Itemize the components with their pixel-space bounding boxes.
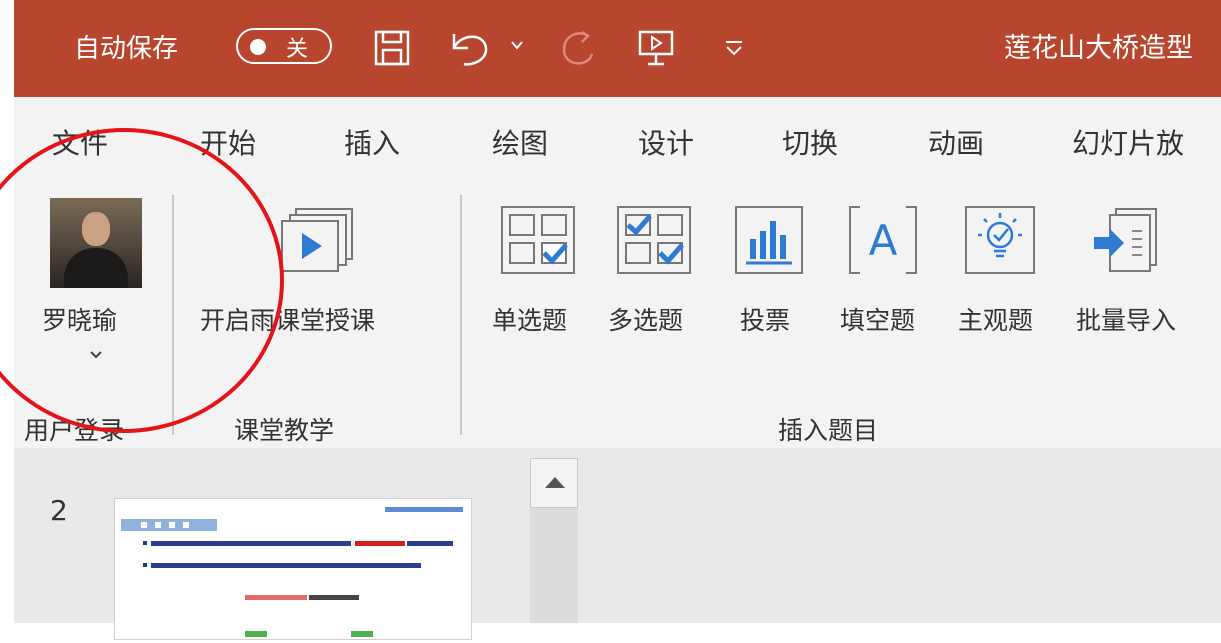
group-separator (172, 195, 174, 435)
autosave-state: 关 (286, 37, 309, 62)
multi-choice-label[interactable]: 多选题 (608, 301, 683, 337)
thumbnail-scrollbar[interactable] (530, 458, 578, 623)
tab-design[interactable]: 设计 (638, 122, 694, 162)
ribbon-panel: 罗晓瑜 用户登录 开启雨课堂授课 课堂教学 单选题 多选题 投票 A 填空题 主… (14, 185, 1221, 448)
avatar-body (64, 248, 128, 288)
group-label-classroom: 课堂教学 (234, 416, 335, 445)
tab-slideshow[interactable]: 幻灯片放 (1072, 122, 1184, 162)
tab-animations[interactable]: 动画 (928, 122, 984, 162)
vote-label[interactable]: 投票 (740, 301, 790, 337)
tab-home[interactable]: 开始 (200, 122, 256, 162)
tab-draw[interactable]: 绘图 (492, 122, 548, 162)
vote-icon[interactable] (734, 205, 804, 275)
scroll-up-icon (545, 477, 565, 488)
slide-preview-graphic (121, 507, 463, 637)
tab-transitions[interactable]: 切换 (782, 122, 838, 162)
batch-import-label[interactable]: 批量导入 (1076, 301, 1176, 337)
present-icon[interactable] (634, 26, 678, 70)
undo-dropdown-icon[interactable] (510, 38, 524, 52)
single-choice-label[interactable]: 单选题 (492, 301, 567, 337)
group-label-insert-question: 插入题目 (778, 416, 879, 445)
redo-icon[interactable] (554, 26, 602, 74)
slide-number: 2 (50, 494, 68, 527)
multi-choice-icon[interactable] (616, 205, 692, 275)
subjective-label[interactable]: 主观题 (958, 301, 1033, 337)
autosave-toggle[interactable]: 关 (236, 28, 332, 64)
single-choice-icon[interactable] (500, 205, 576, 275)
group-separator (460, 195, 462, 435)
chevron-down-icon[interactable] (88, 349, 104, 361)
scroll-up-button[interactable] (530, 458, 578, 508)
autosave-label: 自动保存 (74, 33, 179, 64)
user-name[interactable]: 罗晓瑜 (42, 301, 117, 337)
subjective-icon[interactable] (964, 205, 1036, 275)
toggle-knob (250, 39, 266, 55)
fill-blank-icon[interactable]: A (848, 205, 918, 275)
save-icon[interactable] (372, 28, 412, 68)
fill-blank-label[interactable]: 填空题 (840, 301, 915, 337)
title-bar: 自动保存 关 莲花山大桥造型 (14, 0, 1221, 97)
document-title: 莲花山大桥造型 (1004, 33, 1193, 64)
avatar-face (82, 212, 110, 246)
tab-file[interactable]: 文件 (52, 122, 108, 162)
customize-qat-icon[interactable] (722, 36, 746, 60)
undo-icon[interactable] (444, 26, 492, 70)
batch-import-icon[interactable] (1088, 205, 1164, 277)
svg-text:A: A (869, 216, 898, 265)
user-avatar[interactable] (50, 198, 142, 288)
start-lecture-icon[interactable] (276, 203, 360, 275)
group-label-user-login: 用户登录 (24, 416, 125, 445)
slide-thumbnail[interactable] (114, 498, 472, 640)
ribbon-tabs: 文件 开始 插入 绘图 设计 切换 动画 幻灯片放 (14, 97, 1221, 185)
tab-insert[interactable]: 插入 (344, 122, 400, 162)
slide-thumbnail-panel: 2 (14, 448, 1221, 640)
start-lecture-label[interactable]: 开启雨课堂授课 (200, 301, 375, 337)
